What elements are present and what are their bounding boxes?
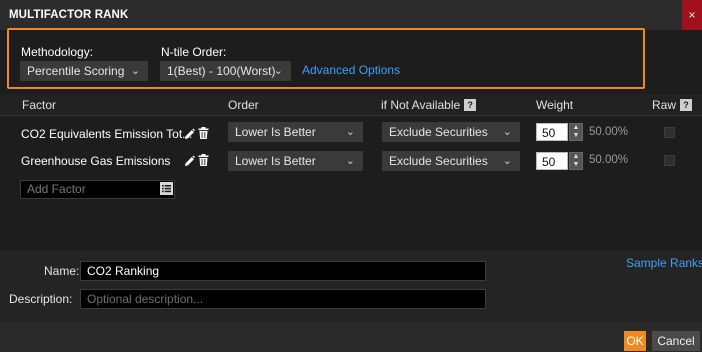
stepper-up-icon[interactable]: ▲ [570, 124, 582, 132]
col-weight: Weight [536, 98, 574, 112]
if-not-available-value: Exclude Securities [389, 154, 488, 168]
trash-icon[interactable] [198, 127, 209, 139]
stepper-up-icon[interactable]: ▲ [570, 153, 582, 161]
name-field[interactable]: CO2 Ranking [80, 261, 486, 281]
ntile-order-value: 1(Best) - 100(Worst) [167, 64, 276, 78]
dialog-title: MULTIFACTOR RANK [9, 9, 129, 21]
order-value: Lower Is Better [235, 125, 316, 139]
raw-checkbox[interactable] [664, 127, 675, 138]
trash-icon[interactable] [198, 154, 209, 166]
weight-stepper[interactable]: ▲ ▼ [569, 152, 583, 170]
close-button[interactable]: × [682, 0, 702, 30]
weight-stepper[interactable]: ▲ ▼ [569, 123, 583, 141]
advanced-options-link[interactable]: Advanced Options [302, 63, 400, 77]
order-select[interactable]: Lower Is Better ⌄ [228, 122, 363, 142]
chevron-down-icon: ⌄ [502, 126, 512, 138]
col-raw-label: Raw [652, 98, 677, 112]
close-icon: × [688, 8, 696, 22]
add-factor-input[interactable]: Add Factor [20, 180, 175, 199]
stepper-down-icon[interactable]: ▼ [570, 132, 582, 140]
order-select[interactable]: Lower Is Better ⌄ [228, 151, 363, 171]
list-icon[interactable] [160, 182, 173, 195]
description-label: Description: [9, 292, 73, 306]
help-icon[interactable]: ? [464, 99, 477, 111]
stepper-down-icon[interactable]: ▼ [570, 161, 582, 169]
name-label: Name: [44, 264, 80, 278]
chevron-down-icon: ⌄ [130, 65, 140, 77]
col-if-not-available: if Not Available? [381, 98, 477, 112]
methodology-label: Methodology: [21, 45, 94, 59]
description-field[interactable]: Optional description... [80, 289, 486, 309]
sample-ranks-link[interactable]: Sample Ranks [626, 256, 702, 270]
chevron-down-icon: ⌄ [345, 126, 355, 138]
pencil-icon[interactable] [184, 128, 195, 140]
if-not-available-value: Exclude Securities [389, 125, 488, 139]
factor-table-header: Factor Order if Not Available? Weight Ra… [0, 94, 702, 116]
title-bar: MULTIFACTOR RANK × [0, 0, 702, 30]
col-factor: Factor [22, 98, 57, 112]
methodology-select[interactable]: Percentile Scoring ⌄ [20, 61, 148, 81]
ntile-order-select[interactable]: 1(Best) - 100(Worst) ⌄ [160, 61, 291, 81]
chevron-down-icon: ⌄ [502, 155, 512, 167]
col-raw: Raw? [652, 98, 693, 112]
ntile-order-label: N-tile Order: [161, 45, 227, 59]
ok-button[interactable]: OK [624, 331, 646, 351]
weight-input[interactable]: 50 [536, 152, 568, 170]
weight-input[interactable]: 50 [536, 123, 568, 141]
if-not-available-select[interactable]: Exclude Securities ⌄ [382, 151, 520, 171]
col-if-not-available-label: if Not Available [381, 98, 461, 112]
if-not-available-select[interactable]: Exclude Securities ⌄ [382, 122, 520, 142]
factor-name: CO2 Equivalents Emission Tot... [21, 127, 193, 141]
pencil-icon[interactable] [184, 155, 195, 167]
order-value: Lower Is Better [235, 154, 316, 168]
methodology-value: Percentile Scoring [27, 64, 125, 78]
col-order: Order [228, 98, 259, 112]
chevron-down-icon: ⌄ [273, 65, 283, 77]
chevron-down-icon: ⌄ [345, 155, 355, 167]
raw-checkbox[interactable] [664, 155, 675, 166]
factor-name: Greenhouse Gas Emissions [21, 154, 171, 168]
weight-percent: 50.00% [589, 154, 629, 166]
cancel-button[interactable]: Cancel [652, 331, 700, 351]
dialog-footer [0, 322, 702, 352]
help-icon[interactable]: ? [680, 99, 693, 111]
weight-percent: 50.00% [589, 126, 629, 138]
